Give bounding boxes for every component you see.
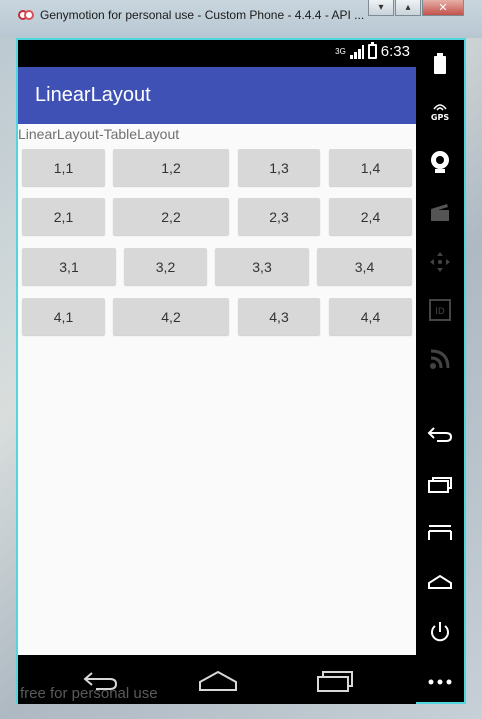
window-title: Genymotion for personal use - Custom Pho… <box>40 8 365 22</box>
clock: 6:33 <box>380 43 410 60</box>
grid-button-4-2[interactable]: 4,2 <box>113 298 229 335</box>
app-bar: LinearLayout <box>18 67 416 124</box>
grid-button-2-2[interactable]: 2,2 <box>113 198 229 235</box>
genymotion-toolbar: GPS ID <box>416 40 464 702</box>
grid-button-3-4[interactable]: 3,4 <box>317 248 412 285</box>
minimize-button[interactable]: ▾ <box>368 0 394 16</box>
status-bar: 3G 6:33 <box>18 40 416 67</box>
gps-icon[interactable]: GPS <box>426 98 454 126</box>
home-icon[interactable] <box>198 670 238 696</box>
close-button[interactable]: ✕ <box>422 0 464 16</box>
recent-apps-icon[interactable] <box>316 670 354 696</box>
grid-button-3-1[interactable]: 3,1 <box>22 248 116 285</box>
grid-button-1-4[interactable]: 1,4 <box>329 149 412 186</box>
app-content: LinearLayout-TableLayout 1,1 1,2 1,3 1,4… <box>18 124 416 655</box>
grid-button-2-4[interactable]: 2,4 <box>329 198 412 235</box>
grid-button-3-3[interactable]: 3,3 <box>215 248 309 285</box>
grid-button-3-2[interactable]: 3,2 <box>124 248 207 285</box>
watermark-text: free for personal use <box>20 685 158 702</box>
clapper-icon[interactable] <box>426 198 454 226</box>
id-label: ID <box>435 307 445 317</box>
app-title: LinearLayout <box>35 84 151 106</box>
table-row: 4,1 4,2 4,3 4,4 <box>22 298 412 335</box>
grid-button-4-3[interactable]: 4,3 <box>238 298 320 335</box>
battery-icon[interactable] <box>426 50 454 78</box>
grid-button-1-1[interactable]: 1,1 <box>22 149 105 186</box>
android-nav-bar: free for personal use <box>18 655 416 704</box>
table-row: 1,1 1,2 1,3 1,4 <box>22 149 412 186</box>
table-row: 3,1 3,2 3,3 3,4 <box>22 248 412 285</box>
device-frame: 3G 6:33 LinearLayout LinearLayout-TableL… <box>16 38 466 704</box>
grid-button-2-1[interactable]: 2,1 <box>22 198 105 235</box>
status-icons: 3G 6:33 <box>335 42 410 60</box>
home-icon[interactable] <box>426 568 454 596</box>
camera-icon[interactable] <box>426 148 454 176</box>
signal-icon <box>349 44 364 59</box>
menu-icon[interactable] <box>426 519 454 547</box>
gps-label: GPS <box>430 112 450 122</box>
recent-apps-icon[interactable] <box>426 471 454 499</box>
power-icon[interactable] <box>426 618 454 646</box>
dpad-icon[interactable] <box>426 248 454 276</box>
id-icon[interactable]: ID <box>426 296 454 324</box>
grid-button-1-2[interactable]: 1,2 <box>113 149 229 186</box>
grid-button-2-3[interactable]: 2,3 <box>238 198 320 235</box>
network-type: 3G <box>335 46 346 56</box>
table-row: 2,1 2,2 2,3 2,4 <box>22 198 412 235</box>
layout-caption: LinearLayout-TableLayout <box>18 126 180 142</box>
genymotion-logo-icon <box>18 10 34 22</box>
rss-icon[interactable] <box>426 345 454 373</box>
grid-button-1-3[interactable]: 1,3 <box>238 149 320 186</box>
more-icon[interactable] <box>426 668 454 696</box>
window-controls: ▾ ▴ ✕ <box>367 0 464 16</box>
back-icon[interactable] <box>426 421 454 449</box>
grid-button-4-1[interactable]: 4,1 <box>22 298 105 335</box>
battery-status-icon <box>367 42 377 59</box>
window-titlebar: Genymotion for personal use - Custom Pho… <box>0 0 482 38</box>
grid-button-4-4[interactable]: 4,4 <box>329 298 412 335</box>
maximize-button[interactable]: ▴ <box>395 0 421 16</box>
